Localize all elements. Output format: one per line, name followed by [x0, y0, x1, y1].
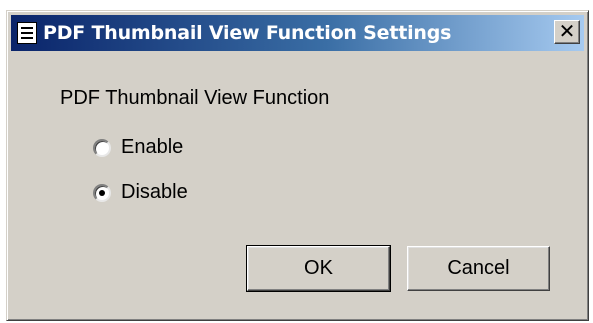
close-button[interactable]: ✕: [554, 20, 580, 44]
disable-label[interactable]: Disable: [121, 181, 188, 204]
cancel-button[interactable]: Cancel: [407, 246, 550, 291]
window-title: PDF Thumbnail View Function Settings: [43, 22, 452, 44]
dialog-window: PDF Thumbnail View Function Settings ✕ P…: [6, 10, 589, 321]
title-bar[interactable]: PDF Thumbnail View Function Settings ✕: [11, 15, 584, 51]
disable-option[interactable]: Disable: [93, 181, 188, 204]
enable-option[interactable]: Enable: [93, 136, 183, 159]
function-group-label: PDF Thumbnail View Function: [60, 87, 330, 109]
radio-selected-dot: [99, 189, 105, 196]
ok-button[interactable]: OK: [246, 245, 391, 292]
close-icon: ✕: [558, 19, 576, 43]
enable-label[interactable]: Enable: [121, 136, 183, 159]
enable-radio[interactable]: [93, 138, 111, 157]
disable-radio[interactable]: [93, 183, 111, 202]
app-window-icon[interactable]: [17, 22, 37, 44]
